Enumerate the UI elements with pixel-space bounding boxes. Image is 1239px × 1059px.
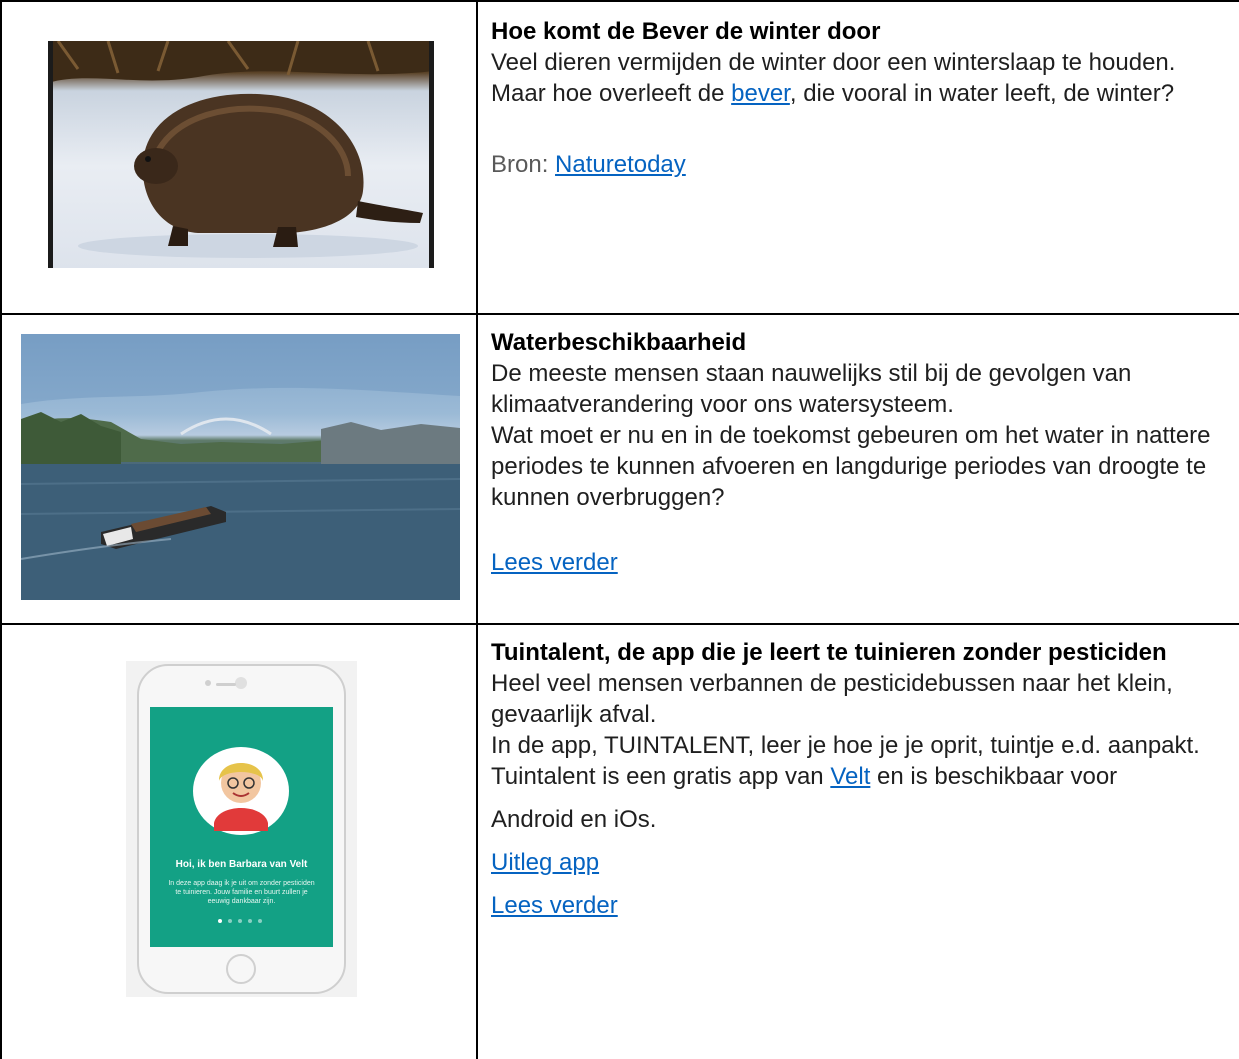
tuintalent-read-more: Lees verder: [491, 890, 1231, 921]
phone-screen-title: Hoi, ik ben Barbara van Velt: [175, 859, 308, 870]
water-title: Waterbeschikbaarheid: [491, 329, 747, 356]
beaver-line-2-pre: Maar hoe overleeft de: [491, 80, 732, 107]
water-para-2: Wat moet er nu en in de toekomst gebeure…: [491, 422, 1211, 511]
source-label: Bron:: [491, 151, 556, 178]
river-illustration: [21, 334, 460, 600]
row-water-text: Waterbeschikbaarheid De meeste mensen st…: [478, 323, 1239, 578]
lees-verder-link-2[interactable]: Lees verder: [491, 892, 618, 919]
lees-verder-link[interactable]: Lees verder: [491, 549, 618, 576]
beaver-source: Bron: Naturetoday: [491, 149, 1231, 180]
uitleg-app-line: Uitleg app: [491, 847, 1231, 878]
beaver-line-1: Veel dieren vermijden de winter door een…: [491, 49, 1176, 76]
river-photo: [21, 334, 460, 600]
table-row-divider: [0, 313, 1239, 315]
bever-link[interactable]: bever: [731, 80, 790, 107]
row-tuintalent-text: Tuintalent, de app die je leert te tuini…: [478, 633, 1239, 921]
photo-frame-right: [429, 41, 434, 268]
beaver-line-2: Maar hoe overleeft de bever, die vooral …: [491, 78, 1231, 109]
tuintalent-para-4: Android en iOs.: [491, 806, 657, 833]
tuintalent-para-2: In de app, TUINTALENT, leer je hoe je je…: [491, 732, 1200, 759]
tuintalent-title: Tuintalent, de app die je leert te tuini…: [491, 639, 1167, 666]
tuintalent-para-1: Heel veel mensen verbannen de pesticideb…: [491, 670, 1173, 728]
beaver-line-2-post: , die vooral in water leeft, de winter?: [789, 80, 1175, 107]
para3-pre: Tuintalent is een gratis app van: [491, 763, 831, 790]
phone-screen-body: In deze app daag ik je uit om zonder pes…: [168, 880, 315, 905]
table-border-left: [0, 0, 2, 1059]
table-row-divider: [0, 623, 1239, 625]
water-para-1: De meeste mensen staan nauwelijks stil b…: [491, 360, 1132, 418]
photo-frame-left: [48, 41, 53, 268]
tuintalent-para-3: Tuintalent is een gratis app van Velt en…: [491, 761, 1231, 792]
beaver-photo: [48, 41, 434, 268]
naturetoday-link[interactable]: Naturetoday: [555, 151, 686, 178]
beaver-title: Hoe komt de Bever de winter door: [491, 18, 881, 45]
content-table: Hoe komt de Bever de winter door Veel di…: [0, 0, 1239, 1059]
row-beaver-text: Hoe komt de Bever de winter door Veel di…: [478, 12, 1239, 180]
table-border-top: [0, 0, 1239, 2]
water-read-more: Lees verder: [491, 547, 1231, 578]
phone-app-screenshot: Hoi, ik ben Barbara van Velt In deze app…: [126, 661, 357, 997]
para3-post: en is beschikbaar voor: [870, 763, 1118, 790]
beaver-illustration: [48, 41, 434, 258]
velt-link[interactable]: Velt: [830, 763, 870, 790]
phone-illustration: [137, 664, 346, 994]
uitleg-app-link[interactable]: Uitleg app: [491, 849, 599, 876]
